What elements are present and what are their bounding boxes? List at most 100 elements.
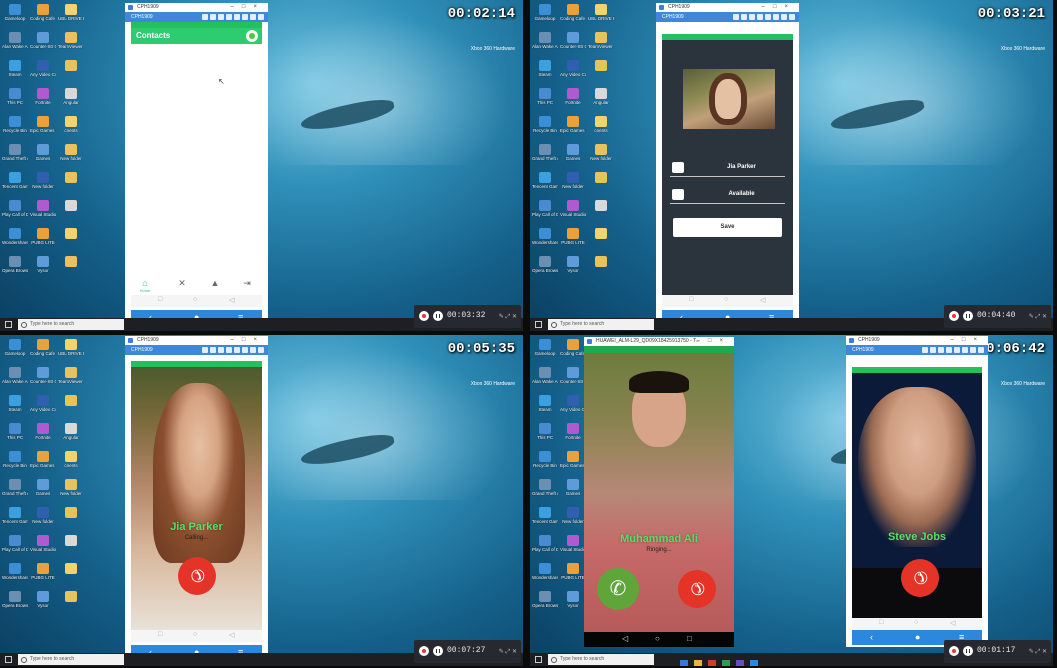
desktop-icon[interactable]: New folder: [588, 144, 614, 161]
desktop-icon[interactable]: Fortnite: [30, 88, 56, 105]
desktop-icon[interactable]: Recycle Bin: [532, 451, 558, 468]
back-icon[interactable]: ◁: [950, 619, 955, 627]
desktop-icon[interactable]: Coding Cafe Work Space: [560, 4, 586, 21]
desktop-icon[interactable]: Recycle Bin: [532, 116, 558, 133]
desktop-icon[interactable]: TeamViewer 14: [58, 32, 84, 49]
taskbar-search[interactable]: Type here to search: [548, 319, 654, 330]
desktop-icon[interactable]: Games: [30, 479, 56, 496]
desktop-icon[interactable]: PUBG LITE: [560, 228, 586, 245]
pause-button[interactable]: [433, 311, 443, 321]
desktop-icon[interactable]: [588, 228, 614, 240]
desktop-icon[interactable]: Play Call of Duty 5: [2, 535, 28, 552]
tab-home[interactable]: ⌂ Home: [137, 278, 153, 293]
emulator-window[interactable]: CPH1909 –□× CPH1909 Steve Jobs □ ○ ◁: [846, 336, 988, 647]
profile-photo[interactable]: [683, 69, 775, 129]
desktop-icon[interactable]: Gameloop: [532, 339, 558, 356]
home-circle-icon[interactable]: ○: [724, 296, 728, 303]
emulator-window[interactable]: CPH1909 –□× CPH1909 Jia Parker Available…: [656, 3, 799, 327]
recents-icon[interactable]: □: [879, 619, 883, 626]
desktop-icon[interactable]: Epic Games Launcher: [30, 116, 56, 133]
desktop-icon[interactable]: [588, 172, 614, 184]
desktop-icon[interactable]: Coding Cafe Work Space: [30, 339, 56, 356]
desktop-icon[interactable]: New folder: [58, 144, 84, 161]
tab-logout[interactable]: ⇥: [239, 278, 255, 289]
desktop-icon[interactable]: [588, 256, 614, 268]
home-circle-icon[interactable]: ○: [655, 634, 660, 643]
desktop-icon[interactable]: Counter-Str Global Offe: [560, 367, 586, 384]
decline-call-button[interactable]: [678, 570, 716, 608]
desktop-icon[interactable]: Gameloop: [2, 4, 28, 21]
desktop-icon[interactable]: New folder: [560, 172, 586, 189]
desktop-icon[interactable]: Opera Browser: [532, 256, 558, 273]
toolbar-tools[interactable]: [731, 14, 795, 20]
desktop-icon[interactable]: PUBG LITE: [30, 228, 56, 245]
recents-icon[interactable]: □: [158, 296, 162, 303]
desktop-icon[interactable]: Angular: [58, 88, 84, 105]
desktop-icon[interactable]: Steam: [2, 395, 28, 412]
window-controls[interactable]: –□×: [762, 3, 796, 12]
windows-start-icon[interactable]: [5, 656, 12, 663]
desktop-icon[interactable]: Grand Theft Auto V: [532, 479, 558, 496]
desktop-icon[interactable]: [58, 507, 84, 519]
desktop-icon[interactable]: Counter-Str Global Offe: [560, 32, 586, 49]
desktop-icon[interactable]: Play Call of Duty 5: [532, 535, 558, 552]
desktop-icon[interactable]: [588, 60, 614, 72]
decline-call-button[interactable]: [901, 559, 939, 597]
back-icon[interactable]: ◁: [229, 296, 234, 304]
toolbar-tools[interactable]: [200, 347, 264, 353]
desktop-icon[interactable]: Vysor: [30, 591, 56, 608]
window-title-bar[interactable]: CPH1909 –□×: [656, 3, 799, 12]
phone-mirror-window[interactable]: HUAWEI_ALM-L29_QD09X18425913750 - T... –…: [584, 337, 734, 647]
desktop-icon[interactable]: Gameloop: [2, 339, 28, 356]
desktop-icon[interactable]: cnents: [588, 116, 614, 133]
pause-button[interactable]: [963, 311, 973, 321]
desktop-icon[interactable]: [588, 200, 614, 212]
desktop-icon[interactable]: Recycle Bin: [2, 451, 28, 468]
tab-tools[interactable]: ✕: [174, 278, 190, 289]
desktop-icon[interactable]: New folder: [30, 172, 56, 189]
name-field[interactable]: Jia Parker: [670, 160, 785, 177]
desktop-icon[interactable]: UBL DRIVE IMPORTANT: [588, 4, 614, 21]
recents-icon[interactable]: □: [687, 634, 692, 643]
decline-call-button[interactable]: [178, 557, 216, 595]
home-circle-icon[interactable]: ○: [193, 631, 197, 638]
desktop-icon[interactable]: Angular: [58, 423, 84, 440]
windows-start-icon[interactable]: [535, 656, 542, 663]
window-title-bar[interactable]: HUAWEI_ALM-L29_QD09X18425913750 - T... –…: [584, 337, 734, 346]
desktop-icon[interactable]: Games: [30, 144, 56, 161]
desktop-icon[interactable]: This PC: [2, 88, 28, 105]
desktop-icon[interactable]: Grand Theft Auto V: [2, 144, 28, 161]
desktop-icon[interactable]: This PC: [532, 423, 558, 440]
tab-notifications[interactable]: ▲: [207, 278, 223, 288]
desktop-icon[interactable]: Wondershare Filmora: [532, 228, 558, 245]
desktop-icon[interactable]: This PC: [532, 88, 558, 105]
desktop-icon[interactable]: Visual Studio Code: [560, 200, 586, 217]
desktop-icon[interactable]: This PC: [2, 423, 28, 440]
windows-start-icon[interactable]: [5, 321, 12, 328]
avatar[interactable]: [246, 30, 258, 42]
desktop-icon[interactable]: [58, 228, 84, 240]
emulator-window[interactable]: CPH1909 –□× CPH1909 Contacts ↖ ⌂ Home ✕ …: [125, 3, 268, 327]
window-controls[interactable]: –□×: [951, 336, 985, 345]
taskbar-apps[interactable]: [680, 655, 800, 666]
back-icon[interactable]: ◁: [760, 296, 765, 304]
desktop-icon[interactable]: Visual Studio Code: [30, 535, 56, 552]
desktop-icon[interactable]: Wondershare Filmora: [2, 228, 28, 245]
desktop-icon[interactable]: Epic Games Launcher: [560, 116, 586, 133]
desktop-icon[interactable]: New folder: [58, 479, 84, 496]
desktop-icon[interactable]: [58, 563, 84, 575]
desktop-icon[interactable]: Epic Games Launcher: [560, 451, 586, 468]
back-icon[interactable]: ◁: [622, 634, 628, 643]
desktop-icon[interactable]: Angular: [588, 88, 614, 105]
desktop-icon[interactable]: Wondershare Filmora: [2, 563, 28, 580]
desktop-icon[interactable]: Any Video Converter: [30, 60, 56, 77]
taskbar-search[interactable]: Type here to search: [18, 654, 124, 665]
desktop-icon[interactable]: Vysor: [560, 591, 586, 608]
recorder-tools[interactable]: ✎ ⤢ ✕: [1029, 648, 1047, 656]
save-button[interactable]: Save: [673, 218, 782, 237]
desktop-icon[interactable]: Fortnite: [560, 88, 586, 105]
desktop-icon[interactable]: PUBG LITE: [560, 563, 586, 580]
desktop-icon[interactable]: UBL DRIVE IMPORTANT: [58, 4, 84, 21]
desktop-icon[interactable]: UBL DRIVE IMPORTANT: [58, 339, 84, 356]
desktop-icon[interactable]: [58, 200, 84, 212]
